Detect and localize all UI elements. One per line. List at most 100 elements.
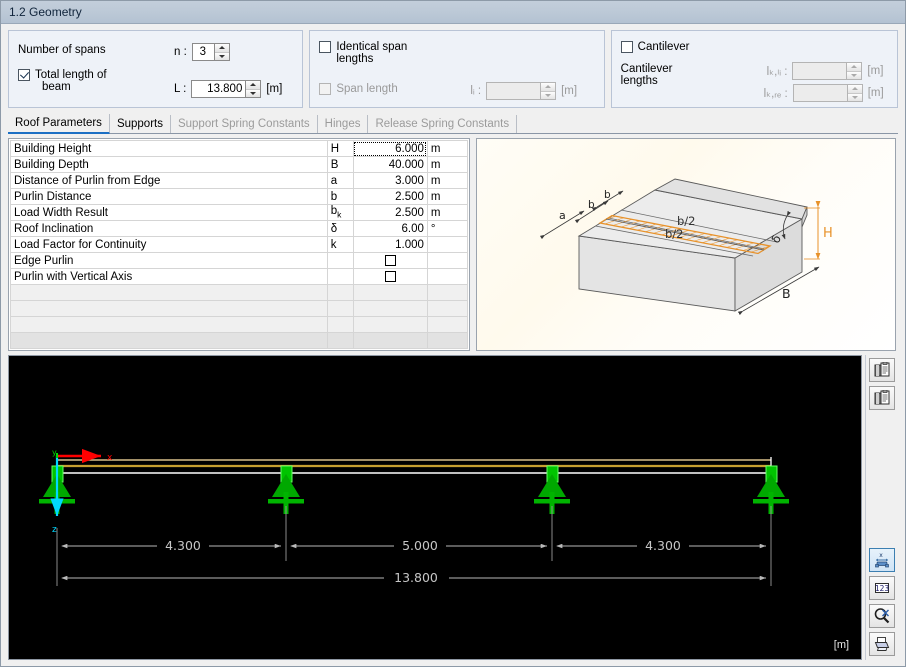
number-of-spans-label: Number of spans xyxy=(18,44,106,56)
print-button[interactable] xyxy=(869,632,896,656)
label-b-upper: b xyxy=(604,189,611,201)
tab-hinges[interactable]: Hinges xyxy=(318,115,369,133)
row-checkbox[interactable] xyxy=(384,271,396,282)
row-checkbox[interactable] xyxy=(384,255,396,266)
identical-spans-label-line2: lengths xyxy=(336,53,374,65)
empty-cell xyxy=(352,300,428,317)
total-length-spin-down[interactable] xyxy=(246,88,261,97)
row-value[interactable]: 2.500 xyxy=(352,204,428,221)
cantilever-checkbox[interactable] xyxy=(620,41,633,53)
empty-cell xyxy=(10,316,328,333)
span-length-spin-buttons[interactable] xyxy=(540,83,556,99)
number-of-spans-input[interactable] xyxy=(192,44,214,60)
table-row[interactable]: Purlin Distance b 2.500 m xyxy=(10,188,469,205)
cantilever-right-input[interactable] xyxy=(793,85,847,101)
show-numbering-button[interactable]: 123 xyxy=(869,576,896,600)
cantilever-right-spin-down[interactable] xyxy=(847,92,862,101)
cantilever-right-spin-buttons[interactable] xyxy=(846,85,862,101)
checkbox-wrapper xyxy=(357,254,424,268)
spans-spin-up[interactable] xyxy=(214,44,229,52)
magnifier-icon xyxy=(874,608,890,624)
beam-render-panel[interactable]: x z y 4.300 5.000 4.300 13.800 [m] xyxy=(8,355,863,660)
table-row[interactable]: Edge Purlin xyxy=(10,252,469,269)
tab-supports[interactable]: Supports xyxy=(110,115,171,133)
row-symbol: bk xyxy=(326,204,354,221)
row-checkbox-cell[interactable] xyxy=(352,268,428,285)
span-length-spin-up[interactable] xyxy=(541,83,556,91)
total-length-unit: [m] xyxy=(266,83,283,95)
row-unit: m xyxy=(426,156,469,173)
row-value[interactable]: 1.000 xyxy=(352,236,428,253)
spans-spin-down[interactable] xyxy=(214,51,229,60)
show-dimensions-button[interactable]: x xyxy=(869,548,896,572)
tabbar-container: Roof Parameters Supports Support Spring Co… xyxy=(1,112,905,134)
span-length-checkbox[interactable] xyxy=(319,83,332,95)
chevron-up-icon xyxy=(545,85,552,89)
render-toolbar: x 123 xyxy=(865,355,898,660)
table-row[interactable]: Load Width Result bk 2.500 m xyxy=(10,204,469,221)
row-symbol: a xyxy=(326,172,354,189)
copy-to-clipboard-1-button[interactable] xyxy=(869,358,896,382)
total-length-symbol: L : xyxy=(174,83,187,95)
cantilever-right-spin-up[interactable] xyxy=(847,85,862,93)
cantilever-group: Cantilever Cantilever lengths lₖ,ₗᵢ : [m… xyxy=(610,30,898,108)
row-symbol-subscript: k xyxy=(337,209,342,220)
row-value[interactable]: 40.000 xyxy=(352,156,428,173)
cantilever-right-stepper[interactable] xyxy=(792,84,863,102)
row-checkbox-cell[interactable] xyxy=(352,252,428,269)
row-description: Load Factor for Continuity xyxy=(10,236,328,253)
tab-roof-parameters[interactable]: Roof Parameters xyxy=(8,114,110,134)
chevron-down-icon xyxy=(851,73,858,77)
roof-parameters-table-container[interactable]: Building Height H 6.000 m Building Depth B 40.… xyxy=(8,138,470,351)
span-length-input[interactable] xyxy=(487,83,541,99)
span-dimension-3: 4.300 xyxy=(645,538,681,553)
cantilever-lengths-line2: lengths xyxy=(620,75,658,87)
table-row[interactable]: Distance of Purlin from Edge a 3.000 m xyxy=(10,172,469,189)
cantilever-left-stepper[interactable] xyxy=(792,62,863,80)
table-row[interactable]: Building Depth B 40.000 m xyxy=(10,156,469,173)
cantilever-right-symbol: lₖ,ᵣₑ : xyxy=(763,88,788,100)
table-row[interactable]: Building Height H 6.000 m xyxy=(10,140,469,157)
total-length-label-line1: Total length of xyxy=(35,69,107,81)
window-titlebar: 1.2 Geometry xyxy=(1,1,905,24)
row-value[interactable]: 6.00 xyxy=(352,220,428,237)
table-row-empty[interactable] xyxy=(10,332,469,349)
row-value[interactable]: 6.000 xyxy=(352,140,428,157)
zoom-reset-button[interactable] xyxy=(869,604,896,628)
table-row[interactable]: Purlin with Vertical Axis xyxy=(10,268,469,285)
table-row[interactable]: Load Factor for Continuity k 1.000 xyxy=(10,236,469,253)
span-lengths-group: Identical span lengths Span length lᵢ : xyxy=(309,30,605,108)
row-value[interactable]: 2.500 xyxy=(352,188,428,205)
cantilever-left-spin-up[interactable] xyxy=(847,63,862,71)
axis-z-label: z xyxy=(52,525,57,535)
table-row-empty[interactable] xyxy=(10,284,469,301)
number-of-spans-stepper[interactable] xyxy=(191,43,230,61)
identical-span-lengths-checkbox[interactable] xyxy=(319,41,332,53)
cantilever-label: Cantilever xyxy=(637,41,690,53)
row-description: Roof Inclination xyxy=(10,220,328,237)
table-row[interactable]: Roof Inclination δ 6.00 ° xyxy=(10,220,469,237)
row-unit: m xyxy=(426,172,469,189)
tab-support-spring-constants[interactable]: Support Spring Constants xyxy=(171,115,318,133)
tab-release-spring-constants[interactable]: Release Spring Constants xyxy=(368,115,518,133)
label-B: B xyxy=(782,286,791,301)
spans-spin-buttons[interactable] xyxy=(213,44,229,60)
total-length-spin-up[interactable] xyxy=(246,81,261,89)
table-row-empty[interactable] xyxy=(10,300,469,317)
total-length-checkbox[interactable] xyxy=(18,69,30,81)
row-value[interactable]: 3.000 xyxy=(352,172,428,189)
span-length-stepper[interactable] xyxy=(486,82,557,100)
table-row-empty[interactable] xyxy=(10,316,469,333)
cantilever-left-unit: [m] xyxy=(867,65,884,77)
copy-to-clipboard-2-button[interactable] xyxy=(869,386,896,410)
total-length-stepper[interactable] xyxy=(191,80,262,98)
chevron-down-icon xyxy=(851,95,858,99)
cantilever-left-spin-buttons[interactable] xyxy=(846,63,862,79)
row-symbol xyxy=(326,268,354,285)
cantilever-left-spin-down[interactable] xyxy=(847,70,862,79)
total-length-spin-buttons[interactable] xyxy=(245,81,261,97)
cantilever-left-symbol: lₖ,ₗᵢ : xyxy=(766,66,788,78)
cantilever-left-input[interactable] xyxy=(793,63,847,79)
total-length-input[interactable] xyxy=(192,81,246,97)
span-length-spin-down[interactable] xyxy=(541,90,556,99)
